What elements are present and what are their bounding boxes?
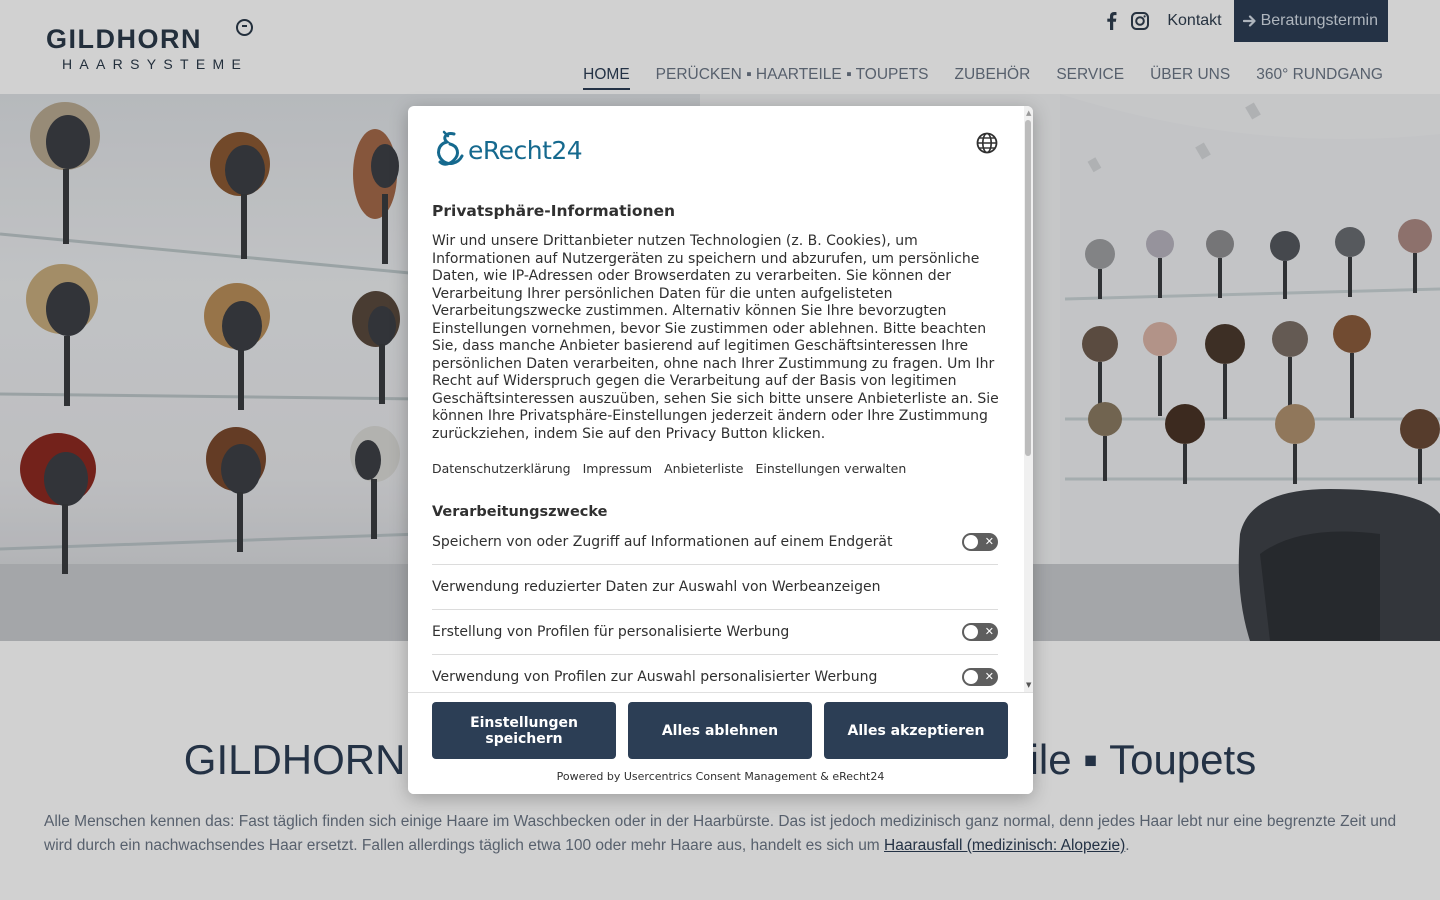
erecht24-logo: eRecht24 xyxy=(432,130,583,170)
link-einstellungen-verwalten[interactable]: Einstellungen verwalten xyxy=(755,461,906,476)
scrollbar-thumb[interactable] xyxy=(1025,120,1031,456)
accept-all-button[interactable]: Alles akzeptieren xyxy=(824,702,1008,759)
purpose-row: Verwendung von Profilen zur Auswahl pers… xyxy=(432,655,998,692)
consent-description: Wir und unsere Drittanbieter nutzen Tech… xyxy=(432,233,999,442)
purpose-label: Verwendung von Profilen zur Auswahl pers… xyxy=(432,669,878,685)
purpose-label: Erstellung von Profilen für personalisie… xyxy=(432,624,790,640)
powered-by-text: Powered by Usercentrics Consent Manageme… xyxy=(556,770,885,783)
purpose-label: Verwendung reduzierter Daten zur Auswahl… xyxy=(432,579,881,595)
consent-footer: Einstellungen speichern Alles ablehnen A… xyxy=(408,692,1033,794)
globe-icon[interactable] xyxy=(976,132,998,154)
toggle-off-icon: ✕ xyxy=(984,625,994,638)
purpose-toggle[interactable]: ✕ xyxy=(962,668,998,686)
purposes-title: Verarbeitungszwecke xyxy=(432,504,608,520)
consent-title: Privatsphäre-Informationen xyxy=(432,202,676,220)
deny-all-button[interactable]: Alles ablehnen xyxy=(628,702,812,759)
consent-scrollbar[interactable]: ▲ ▼ xyxy=(1024,106,1033,692)
link-anbieterliste[interactable]: Anbieterliste xyxy=(664,461,743,476)
save-settings-button[interactable]: Einstellungen speichern xyxy=(432,702,616,759)
purpose-row: Speichern von oder Zugriff auf Informati… xyxy=(432,520,998,565)
page: GILDHORN HAARSYSTEME Kontakt Beratungste… xyxy=(0,0,1440,900)
purposes-list: Speichern von oder Zugriff auf Informati… xyxy=(432,520,998,692)
scroll-up-icon[interactable]: ▲ xyxy=(1026,110,1031,117)
purpose-toggle[interactable]: ✕ xyxy=(962,533,998,551)
toggle-knob xyxy=(964,625,978,639)
purpose-toggle[interactable]: ✕ xyxy=(962,623,998,641)
scroll-down-icon[interactable]: ▼ xyxy=(1026,682,1031,689)
erecht24-logo-text: eRecht24 xyxy=(468,135,583,165)
toggle-off-icon: ✕ xyxy=(984,670,994,683)
erecht24-logo-icon xyxy=(437,130,464,166)
purpose-row: Erstellung von Profilen für personalisie… xyxy=(432,610,998,655)
purpose-label: Speichern von oder Zugriff auf Informati… xyxy=(432,534,893,550)
link-datenschutzerklaerung[interactable]: Datenschutzerklärung xyxy=(432,461,571,476)
toggle-knob xyxy=(964,670,978,684)
consent-scroll-area[interactable]: eRecht24 Privatsphäre-Informationen Wir … xyxy=(408,106,1023,692)
toggle-off-icon: ✕ xyxy=(984,535,994,548)
consent-links: Datenschutzerklärung Impressum Anbieterl… xyxy=(432,461,906,476)
purpose-row: Verwendung reduzierter Daten zur Auswahl… xyxy=(432,565,998,610)
link-impressum[interactable]: Impressum xyxy=(583,461,652,476)
toggle-knob xyxy=(964,535,978,549)
consent-dialog: eRecht24 Privatsphäre-Informationen Wir … xyxy=(408,106,1033,794)
consent-buttons: Einstellungen speichern Alles ablehnen A… xyxy=(432,702,1008,759)
